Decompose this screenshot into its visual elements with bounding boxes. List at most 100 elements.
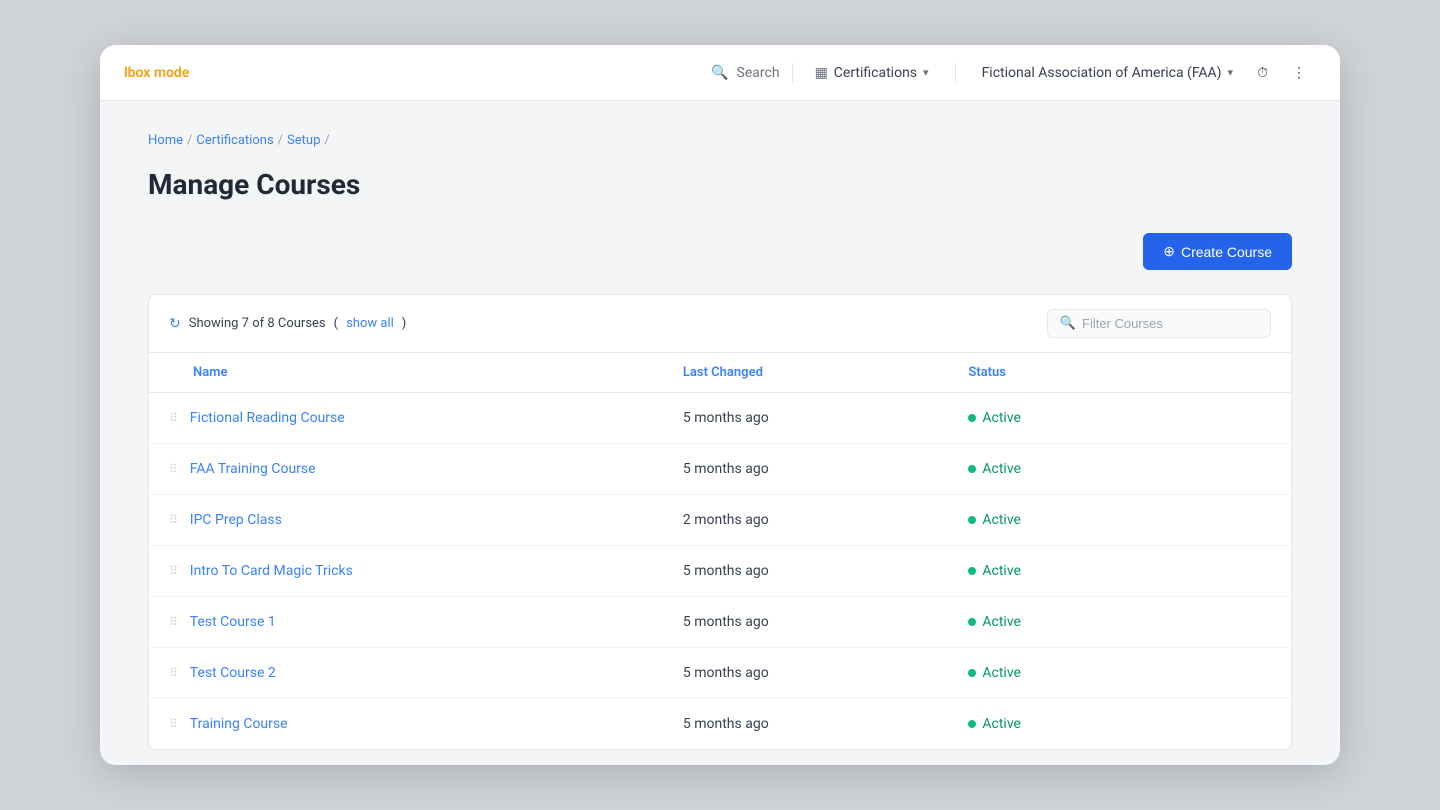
- search-label: Search: [737, 65, 780, 81]
- drag-handle-0[interactable]: ⠿: [169, 411, 182, 425]
- cell-actions-1: ⧉ ✎ 🗑: [1177, 444, 1291, 495]
- cell-last-changed-4: 5 months ago: [663, 597, 949, 648]
- course-name-link-5[interactable]: Test Course 2: [190, 665, 276, 681]
- col-header-last-changed: Last Changed: [663, 353, 949, 393]
- brand-label: lbox mode: [124, 65, 189, 81]
- drag-handle-4[interactable]: ⠿: [169, 615, 182, 629]
- cell-last-changed-5: 5 months ago: [663, 648, 949, 699]
- cell-last-changed-6: 5 months ago: [663, 699, 949, 750]
- status-dot-3: [968, 567, 976, 575]
- drag-handle-5[interactable]: ⠿: [169, 666, 182, 680]
- clock-button[interactable]: ⏱: [1247, 59, 1278, 87]
- cell-name-3: ⠿ Intro To Card Magic Tricks: [149, 546, 663, 597]
- delete-icon-2[interactable]: 🗑: [1248, 511, 1269, 530]
- show-all-paren-open: (: [334, 316, 338, 331]
- edit-icon-4[interactable]: ✎: [1222, 611, 1239, 633]
- status-dot-1: [968, 465, 976, 473]
- certifications-chevron-icon: ▾: [923, 66, 929, 79]
- edit-icon-0[interactable]: ✎: [1222, 407, 1239, 429]
- course-name-link-0[interactable]: Fictional Reading Course: [190, 410, 345, 426]
- more-icon: ⋮: [1292, 65, 1306, 81]
- cell-name-1: ⠿ FAA Training Course: [149, 444, 663, 495]
- navbar: lbox mode 🔍 Search ▦ Certifications ▾ Fi…: [100, 45, 1340, 101]
- breadcrumb-home[interactable]: Home: [148, 133, 183, 148]
- status-badge-2: Active: [968, 512, 1156, 528]
- breadcrumb-sep-2: /: [278, 133, 283, 148]
- edit-icon-5[interactable]: ✎: [1222, 662, 1239, 684]
- breadcrumb-sep-3: /: [324, 133, 329, 148]
- cell-actions-0: ⧉ ✎ 🗑: [1177, 393, 1291, 444]
- table-header-row: Name Last Changed Status: [149, 353, 1291, 393]
- cell-actions-2: ⧉ ✎ 🗑: [1177, 495, 1291, 546]
- col-header-actions: [1177, 353, 1291, 393]
- drag-handle-6[interactable]: ⠿: [169, 717, 182, 731]
- breadcrumb: Home / Certifications / Setup /: [148, 133, 1292, 148]
- status-label-1: Active: [982, 461, 1021, 477]
- breadcrumb-sep-1: /: [187, 133, 192, 148]
- cell-status-0: Active: [948, 393, 1176, 444]
- drag-handle-3[interactable]: ⠿: [169, 564, 182, 578]
- copy-icon-5[interactable]: ⧉: [1197, 662, 1212, 684]
- status-badge-0: Active: [968, 410, 1156, 426]
- col-header-status: Status: [948, 353, 1176, 393]
- status-badge-1: Active: [968, 461, 1156, 477]
- status-badge-4: Active: [968, 614, 1156, 630]
- copy-icon-4[interactable]: ⧉: [1197, 611, 1212, 633]
- course-name-link-2[interactable]: IPC Prep Class: [190, 512, 282, 528]
- copy-icon-0[interactable]: ⧉: [1197, 407, 1212, 429]
- course-name-link-3[interactable]: Intro To Card Magic Tricks: [190, 563, 353, 579]
- filter-input-wrap[interactable]: 🔍: [1047, 309, 1271, 338]
- edit-icon-1[interactable]: ✎: [1222, 458, 1239, 480]
- table-row: ⠿ FAA Training Course 5 months ago Activ…: [149, 444, 1291, 495]
- drag-handle-2[interactable]: ⠿: [169, 513, 182, 527]
- filter-courses-input[interactable]: [1082, 316, 1258, 331]
- breadcrumb-setup[interactable]: Setup: [287, 133, 320, 148]
- copy-icon-2[interactable]: ⧉: [1197, 509, 1212, 531]
- cell-last-changed-2: 2 months ago: [663, 495, 949, 546]
- edit-icon-2[interactable]: ✎: [1222, 509, 1239, 531]
- delete-icon-6[interactable]: 🗑: [1248, 715, 1269, 734]
- status-badge-3: Active: [968, 563, 1156, 579]
- breadcrumb-certifications[interactable]: Certifications: [196, 133, 273, 148]
- org-selector[interactable]: Fictional Association of America (FAA) ▾: [972, 59, 1244, 87]
- table-row: ⠿ Test Course 2 5 months ago Active ⧉ ✎ …: [149, 648, 1291, 699]
- drag-handle-1[interactable]: ⠿: [169, 462, 182, 476]
- delete-icon-4[interactable]: 🗑: [1248, 613, 1269, 632]
- status-dot-6: [968, 720, 976, 728]
- create-course-label: Create Course: [1181, 244, 1272, 260]
- cell-actions-5: ⧉ ✎ 🗑: [1177, 648, 1291, 699]
- course-name-link-1[interactable]: FAA Training Course: [190, 461, 316, 477]
- edit-icon-6[interactable]: ✎: [1222, 713, 1239, 735]
- status-label-0: Active: [982, 410, 1021, 426]
- edit-icon-3[interactable]: ✎: [1222, 560, 1239, 582]
- course-name-link-4[interactable]: Test Course 1: [190, 614, 276, 630]
- refresh-icon[interactable]: ↻: [169, 316, 181, 332]
- cell-actions-3: ⧉ ✎ 🗑: [1177, 546, 1291, 597]
- cell-last-changed-0: 5 months ago: [663, 393, 949, 444]
- copy-icon-6[interactable]: ⧉: [1197, 713, 1212, 735]
- cell-last-changed-3: 5 months ago: [663, 546, 949, 597]
- show-all-link[interactable]: show all: [346, 316, 394, 331]
- search-icon: 🔍: [711, 65, 728, 81]
- more-menu-button[interactable]: ⋮: [1282, 59, 1316, 87]
- delete-icon-0[interactable]: 🗑: [1248, 409, 1269, 428]
- delete-icon-3[interactable]: 🗑: [1248, 562, 1269, 581]
- org-label: Fictional Association of America (FAA): [982, 65, 1222, 81]
- org-chevron-icon: ▾: [1228, 66, 1234, 79]
- cell-actions-6: ⧉ ✎ 🗑: [1177, 699, 1291, 750]
- navbar-right: ▦ Certifications ▾ Fictional Association…: [805, 59, 1316, 87]
- create-course-button[interactable]: ⊕ Create Course: [1143, 233, 1292, 270]
- course-name-link-6[interactable]: Training Course: [190, 716, 288, 732]
- nav-divider-1: [792, 63, 793, 83]
- copy-icon-3[interactable]: ⧉: [1197, 560, 1212, 582]
- certifications-nav-item[interactable]: ▦ Certifications ▾: [805, 59, 939, 87]
- search-button[interactable]: 🔍 Search: [711, 65, 779, 81]
- cell-status-6: Active: [948, 699, 1176, 750]
- nav-divider-2: [955, 63, 956, 83]
- delete-icon-1[interactable]: 🗑: [1248, 460, 1269, 479]
- copy-icon-1[interactable]: ⧉: [1197, 458, 1212, 480]
- cell-name-5: ⠿ Test Course 2: [149, 648, 663, 699]
- delete-icon-5[interactable]: 🗑: [1248, 664, 1269, 683]
- table-row: ⠿ Fictional Reading Course 5 months ago …: [149, 393, 1291, 444]
- status-label-4: Active: [982, 614, 1021, 630]
